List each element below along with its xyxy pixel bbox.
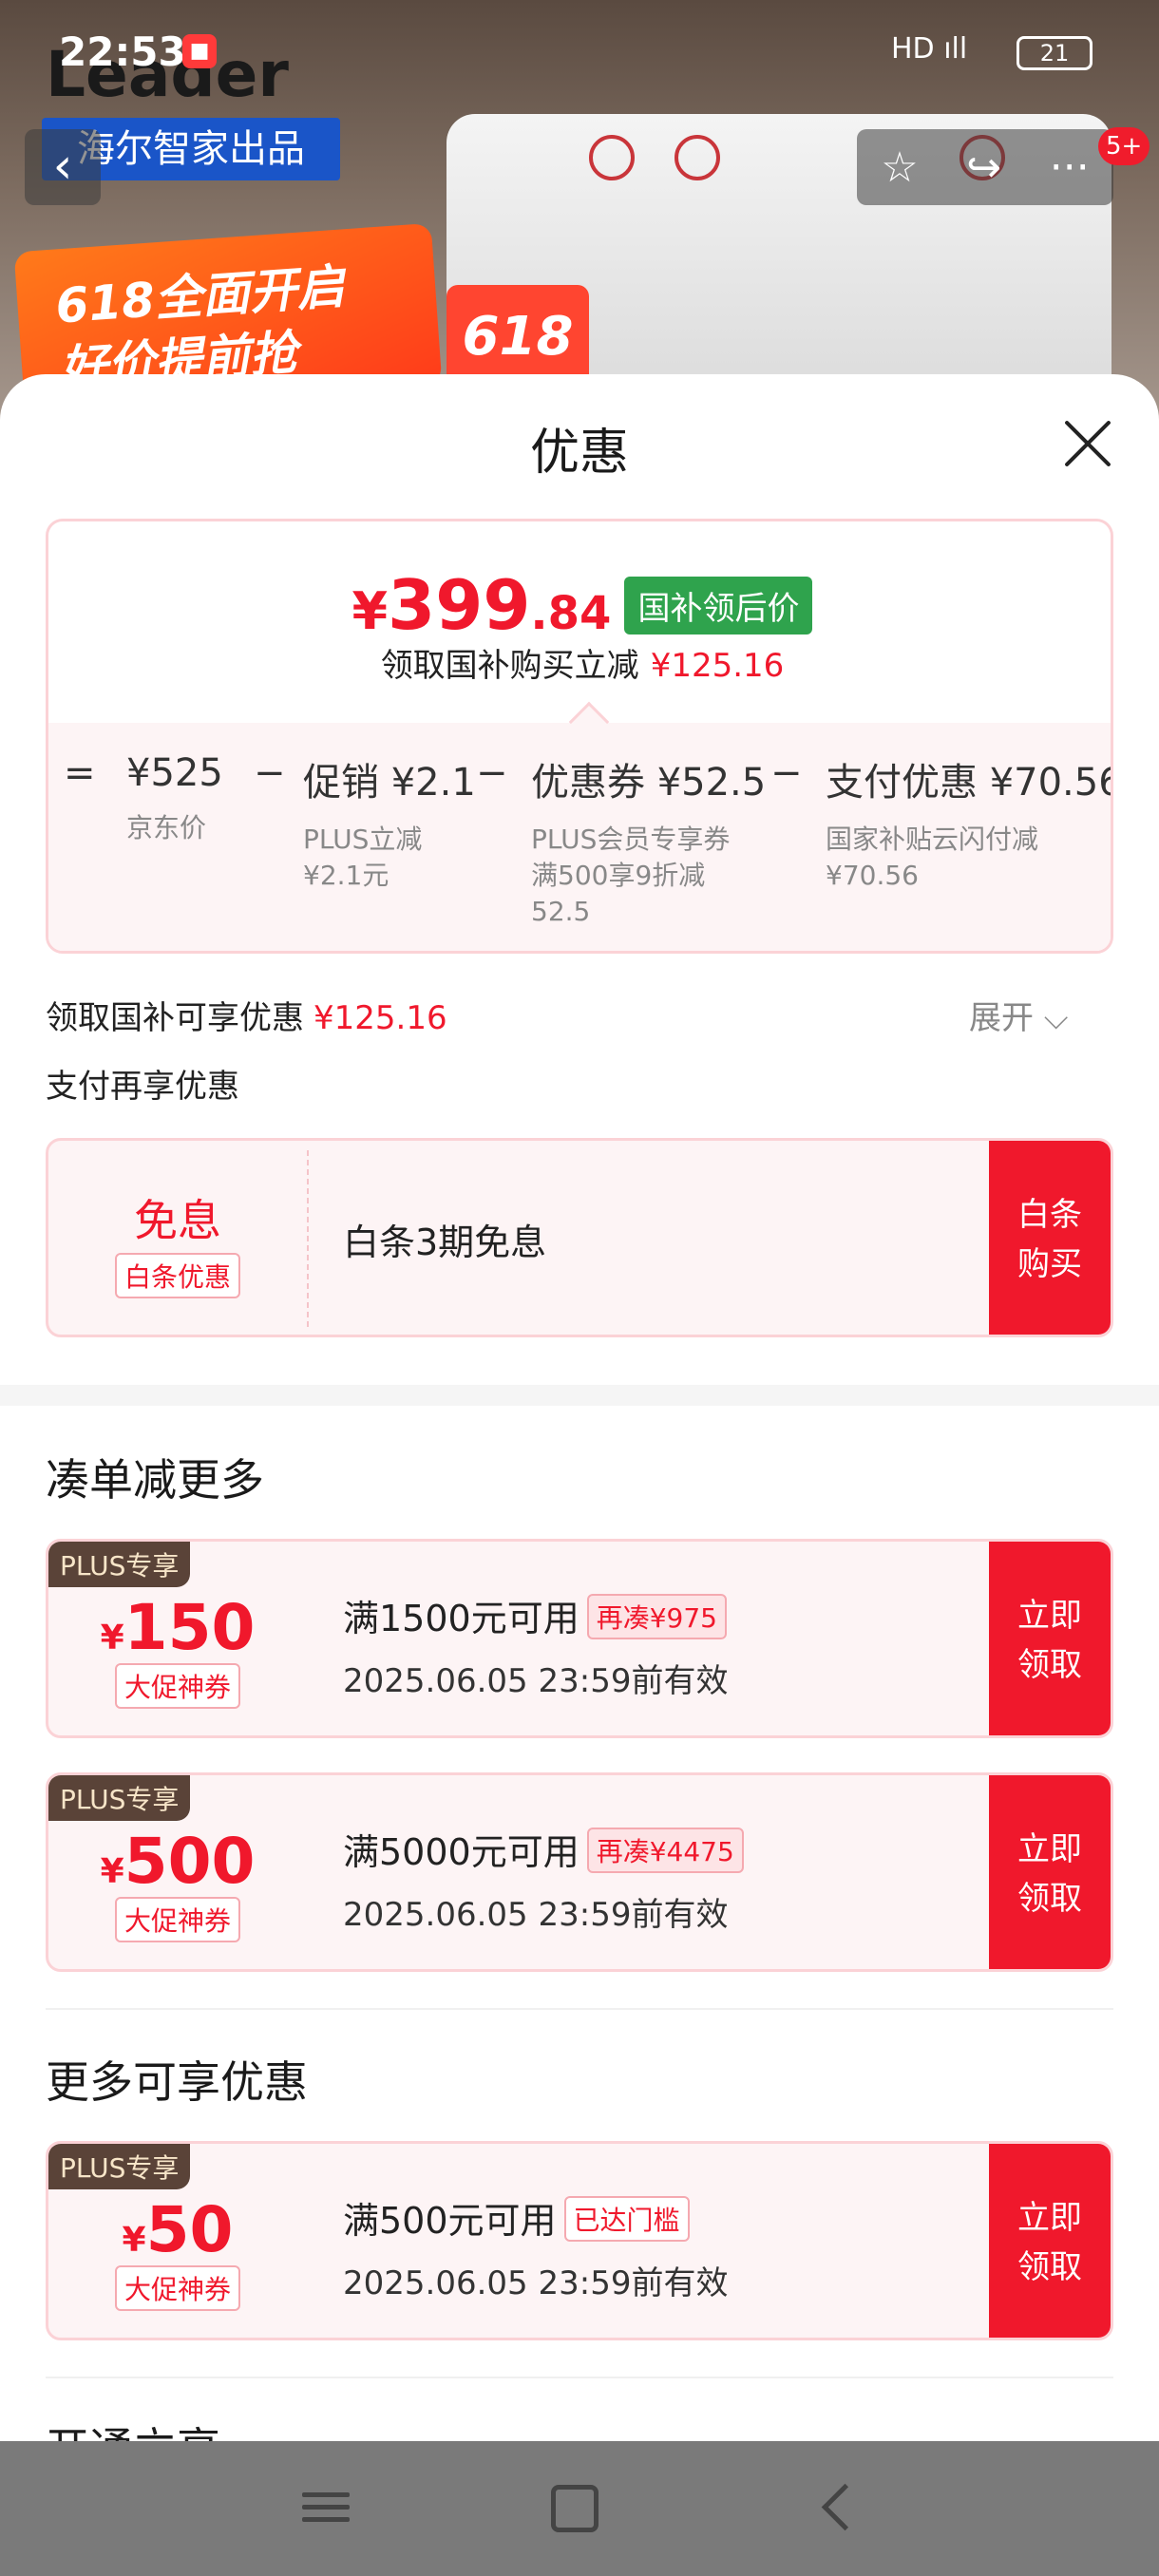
claim-button[interactable]: 立即 领取	[989, 2144, 1111, 2338]
coupon-type-tag: 大促神券	[114, 1897, 240, 1942]
menu-icon[interactable]	[302, 2485, 350, 2532]
section-divider	[46, 2377, 1113, 2378]
discount-sheet: 优惠 ¥399.84 国补领后价 领取国补购买立减 ¥125.16 = ¥525 京…	[0, 374, 1159, 2576]
back-nav-icon[interactable]	[813, 2485, 861, 2532]
breakdown-desc: 京东价	[126, 812, 207, 843]
share-icon[interactable]: ↪	[966, 143, 1001, 192]
coupon-card[interactable]: ¥500 大促神券 PLUS专享 满5000元可用 再凑¥4475 2025.06…	[46, 1772, 1113, 1972]
system-nav-bar	[0, 2441, 1159, 2576]
claim-button[interactable]: 立即 领取	[989, 1542, 1111, 1735]
coupon-info: 满500元可用 已达门槛 2025.06.05 23:59前有效	[343, 2191, 728, 2303]
expand-button[interactable]: 展开 ⌵	[969, 992, 1069, 1038]
breakdown-item: 促销 ¥2.1 PLUS立减 ¥2.1元	[303, 751, 476, 894]
breakdown-item: 优惠券 ¥52.5 PLUS会员专享券 满500享9折减 52.5	[531, 751, 766, 930]
coupon-value: ¥150	[48, 1591, 307, 1664]
subsidy-label: 领取国补可享优惠	[46, 999, 304, 1037]
coupon-info: 满1500元可用 再凑¥975 2025.06.05 23:59前有效	[343, 1589, 728, 1701]
coupon-value: ¥500	[48, 1825, 307, 1898]
coupon-expiry: 2025.06.05 23:59前有效	[343, 2264, 729, 2302]
price-summary: ¥399.84 国补领后价 领取国补购买立减 ¥125.16 = ¥525 京东价 …	[46, 519, 1113, 954]
claim-button[interactable]: 立即 领取	[989, 1775, 1111, 1969]
pay-more-label: 支付再享优惠	[46, 1068, 239, 1106]
coupon-type-tag: 大促神券	[114, 2265, 240, 2311]
subsidy-row: 领取国补可享优惠 ¥125.16	[46, 992, 447, 1038]
status-time: 22:53	[59, 28, 186, 75]
coupon-condition: 满5000元可用	[343, 1831, 580, 1873]
subsidy-saving-label: 领取国补购买立减	[380, 647, 639, 685]
breakdown-head: ¥525	[126, 751, 223, 795]
section-gap	[0, 1385, 1159, 1406]
breakdown-item: 支付优惠 ¥70.56 国家补贴云闪付减 ¥70.56	[826, 751, 1113, 894]
signal-icon: HD ıll	[891, 32, 968, 66]
coupon-condition: 满1500元可用	[343, 1598, 580, 1639]
coupon-expiry: 2025.06.05 23:59前有效	[343, 1896, 729, 1934]
breakdown-desc: PLUS立减 ¥2.1元	[303, 824, 423, 891]
baitiao-left: 免息 白条优惠	[48, 1141, 307, 1335]
app-notification-icon: ■	[182, 34, 217, 68]
price-integer: 399	[388, 565, 531, 645]
sheet-title: 优惠	[529, 425, 629, 482]
coupon-value: ¥50	[48, 2193, 307, 2266]
message-badge: 5+	[1098, 127, 1150, 165]
coupon-gap-tag: 再凑¥975	[586, 1594, 727, 1639]
coupon-info: 满5000元可用 再凑¥4475 2025.06.05 23:59前有效	[343, 1823, 744, 1935]
minus-sign: −	[770, 751, 803, 795]
section-bundle-title: 凑单减更多	[46, 1454, 264, 1506]
price-breakdown: = ¥525 京东价 − 促销 ¥2.1 PLUS立减 ¥2.1元 − 优惠券 …	[48, 723, 1113, 951]
home-icon[interactable]	[551, 2485, 598, 2532]
section-divider	[46, 2008, 1113, 2010]
coupon-threshold-tag: 已达门槛	[563, 2196, 690, 2242]
close-icon[interactable]	[1062, 418, 1113, 469]
breakdown-desc: 国家补贴云闪付减 ¥70.56	[826, 824, 1039, 891]
baitiao-tag: 白条优惠	[114, 1253, 240, 1298]
back-button[interactable]: ‹	[25, 129, 101, 205]
coupon-currency: ¥	[100, 1852, 124, 1891]
subsidy-saving-amount: ¥125.16	[650, 647, 785, 685]
coupon-card[interactable]: ¥150 大促神券 PLUS专享 满1500元可用 再凑¥975 2025.06.…	[46, 1539, 1113, 1738]
breakdown-item: ¥525 京东价	[126, 751, 223, 846]
card-divider	[307, 1150, 309, 1327]
plus-exclusive-tag: PLUS专享	[48, 2144, 191, 2189]
plus-exclusive-tag: PLUS专享	[48, 1542, 191, 1587]
coupon-currency: ¥	[122, 2221, 146, 2260]
subsidy-price-tag: 国补领后价	[624, 577, 813, 635]
coupon-card[interactable]: ¥50 大促神券 PLUS专享 满500元可用 已达门槛 2025.06.05 2…	[46, 2141, 1113, 2340]
coupon-type-tag: 大促神券	[114, 1663, 240, 1709]
breakdown-desc: PLUS会员专享券 满500享9折减 52.5	[531, 824, 731, 927]
coupon-amount: 150	[124, 1591, 256, 1664]
price-decimal: .84	[530, 587, 612, 640]
baitiao-title: 免息	[134, 1195, 221, 1246]
coupon-amount: 50	[145, 2193, 234, 2266]
favorite-icon[interactable]: ☆	[881, 143, 918, 192]
breakdown-head: 促销 ¥2.1	[303, 761, 476, 805]
breakdown-head: 优惠券 ¥52.5	[531, 761, 767, 805]
price-currency: ¥	[352, 581, 389, 641]
baitiao-buy-button[interactable]: 白条 购买	[989, 1141, 1111, 1335]
section-more-title: 更多可享优惠	[46, 2056, 308, 2108]
baitiao-desc: 白条3期免息	[343, 1222, 547, 1263]
breakdown-head: 支付优惠 ¥70.56	[826, 761, 1113, 805]
battery-icon: 21	[1016, 36, 1092, 70]
coupon-expiry: 2025.06.05 23:59前有效	[343, 1662, 729, 1700]
coupon-currency: ¥	[100, 1619, 124, 1657]
equals-sign: =	[64, 751, 96, 795]
minus-sign: −	[476, 751, 508, 795]
more-icon[interactable]: ···	[1050, 143, 1090, 192]
baitiao-card[interactable]: 免息 白条优惠 白条3期免息 白条 购买	[46, 1138, 1113, 1337]
plus-exclusive-tag: PLUS专享	[48, 1775, 191, 1821]
coupon-gap-tag: 再凑¥4475	[586, 1828, 744, 1873]
status-bar: 22:53 ■ HD ıll 21	[0, 0, 1159, 104]
top-actions: ☆ ↪ ···	[857, 129, 1113, 205]
minus-sign: −	[254, 751, 286, 795]
coupon-condition: 满500元可用	[343, 2200, 557, 2242]
subsidy-saving: 领取国补购买立减 ¥125.16	[48, 639, 1111, 686]
subsidy-amount: ¥125.16	[314, 999, 447, 1037]
final-price: ¥399.84 国补领后价	[48, 565, 1111, 645]
coupon-amount: 500	[124, 1825, 256, 1898]
